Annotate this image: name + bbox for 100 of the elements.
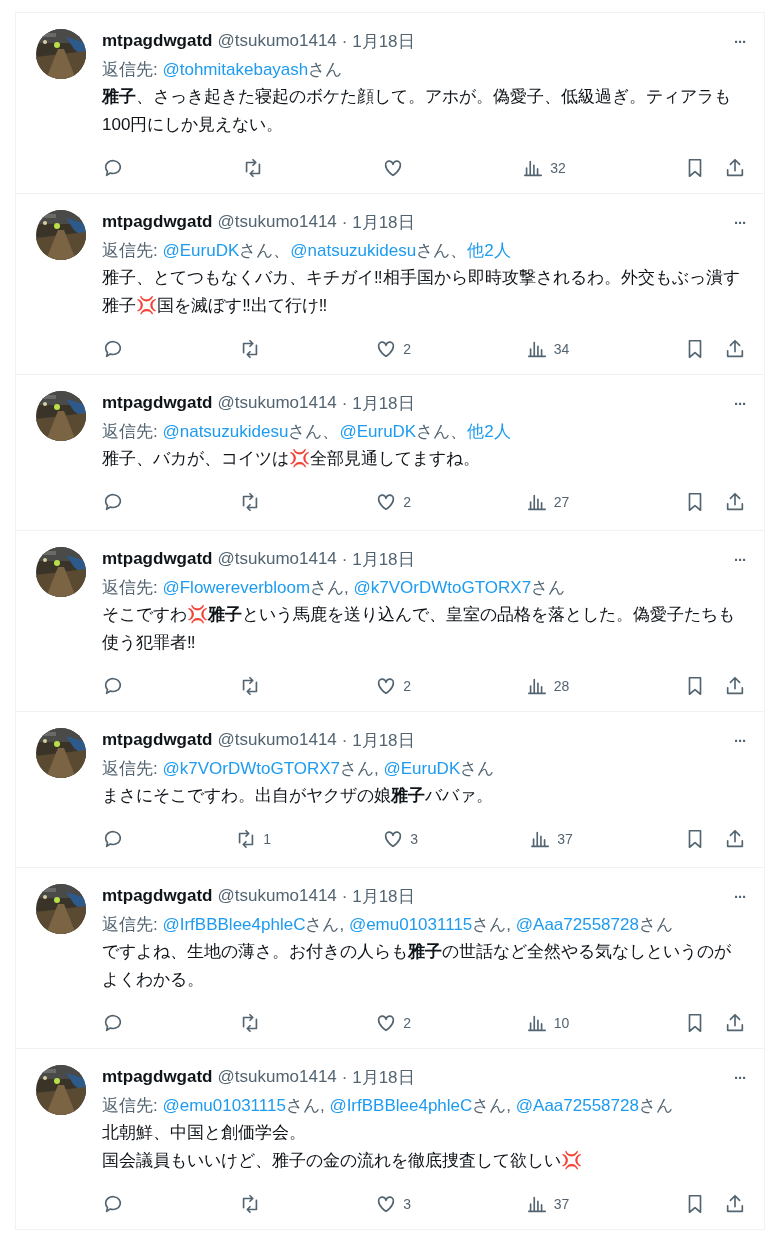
mention-link[interactable]: 他2人 xyxy=(467,241,511,260)
share-icon[interactable] xyxy=(724,828,746,850)
like-count: 2 xyxy=(403,678,412,694)
reply-icon[interactable] xyxy=(102,828,124,850)
post-date: · 1月18日 xyxy=(341,885,415,908)
reply-icon[interactable] xyxy=(102,1193,124,1215)
display-name: mtpagdwgatd xyxy=(102,31,213,51)
user-handle: @tsukumo1414 xyxy=(217,886,337,906)
reply-icon[interactable] xyxy=(102,338,124,360)
share-icon[interactable] xyxy=(724,1012,746,1034)
display-name: mtpagdwgatd xyxy=(102,730,213,750)
mention-suffix: さん、 xyxy=(416,241,468,260)
mention-link[interactable]: @k7VOrDWtoGTORX7 xyxy=(162,759,340,778)
mention-suffix: さん xyxy=(531,578,566,597)
reply-label: 返信先: xyxy=(102,422,159,441)
mention-suffix: さん, xyxy=(305,915,346,934)
mention-link[interactable]: @Aaa72558728 xyxy=(515,915,639,934)
mention-suffix: さん xyxy=(638,915,673,934)
share-icon[interactable] xyxy=(724,157,746,179)
mention-suffix: さん、 xyxy=(288,422,340,441)
mention-suffix: さん xyxy=(638,1096,673,1115)
mention-suffix: さん, xyxy=(340,759,380,778)
mention-suffix: さん、 xyxy=(416,422,468,441)
reply-icon[interactable] xyxy=(102,491,124,513)
mention-link[interactable]: 他2人 xyxy=(467,422,511,441)
reply-icon[interactable] xyxy=(102,157,124,179)
reply-label: 返信先: xyxy=(102,241,159,260)
post-date: · 1月18日 xyxy=(341,729,415,752)
user-handle: @tsukumo1414 xyxy=(217,549,337,569)
post-text: まさにそこですわ。出自がヤクザの娘雅子ババァ。 xyxy=(102,785,494,807)
like-count: 2 xyxy=(403,494,412,510)
more-icon[interactable]: ··· xyxy=(734,32,746,50)
more-icon[interactable]: ··· xyxy=(734,550,746,568)
view-count: 28 xyxy=(553,678,570,694)
like-count: 3 xyxy=(403,1196,412,1212)
mention-suffix: さん, xyxy=(472,1096,513,1115)
reply-label: 返信先: xyxy=(102,759,159,778)
mention-link[interactable]: @IrfBBBlee4phleC xyxy=(162,915,306,934)
reply-label: 返信先: xyxy=(102,1096,159,1115)
more-icon[interactable]: ··· xyxy=(734,1068,746,1086)
reply-label: 返信先: xyxy=(102,578,159,597)
mention-suffix: さん, xyxy=(285,1096,326,1115)
like-count: 2 xyxy=(403,341,412,357)
more-icon[interactable]: ··· xyxy=(734,731,746,749)
mention-suffix: さん、 xyxy=(239,241,291,260)
share-icon[interactable] xyxy=(724,1193,746,1215)
mention-link[interactable]: @natsuzukidesu xyxy=(162,422,289,441)
reply-label: 返信先: xyxy=(102,915,159,934)
mention-link[interactable]: @EuruDK xyxy=(162,241,240,260)
mention-link[interactable]: @EuruDK xyxy=(383,759,461,778)
display-name: mtpagdwgatd xyxy=(102,886,213,906)
view-count: 37 xyxy=(557,831,573,847)
mention-link[interactable]: @emu01031115 xyxy=(162,1096,286,1115)
reply-icon[interactable] xyxy=(102,1012,124,1034)
mention-suffix: さん xyxy=(308,60,343,79)
view-count: 37 xyxy=(553,1196,570,1212)
user-handle: @tsukumo1414 xyxy=(217,212,337,232)
view-count: 27 xyxy=(553,494,570,510)
like-count: 2 xyxy=(403,1015,412,1031)
user-handle: @tsukumo1414 xyxy=(217,393,337,413)
user-handle: @tsukumo1414 xyxy=(217,31,337,51)
more-icon[interactable]: ··· xyxy=(734,887,746,905)
post-text: 雅子、さっき起きた寝起のボケた顔して。アホが。偽愛子、低級過ぎ。ティアラも100円にしか見えない。 xyxy=(102,86,732,136)
mention-link[interactable]: @natsuzukidesu xyxy=(290,241,417,260)
post-text: 雅子、バカが、コイツは💢全部見通してますね。 xyxy=(102,448,482,470)
mention-link[interactable]: @Flowereverbloom xyxy=(162,578,311,597)
share-icon[interactable] xyxy=(724,675,746,697)
post-text: 雅子、とてつもなくバカ、キチガイ‼相手国から即時攻撃されるわ。外交もぶっ潰す雅子💢国を滅ぼす‼出て行け‼ xyxy=(102,267,741,317)
display-name: mtpagdwgatd xyxy=(102,393,213,413)
post-text: 国会議員もいいけど、雅子の金の流れを徹底捜査して欲しい💢 xyxy=(102,1150,584,1172)
like-count: 3 xyxy=(410,831,418,847)
reply-label: 返信先: xyxy=(102,60,159,79)
mention-link[interactable]: @tohmitakebayash xyxy=(162,60,309,79)
view-count: 32 xyxy=(550,160,566,176)
user-handle: @tsukumo1414 xyxy=(217,1067,337,1087)
display-name: mtpagdwgatd xyxy=(102,549,213,569)
post-date: · 1月18日 xyxy=(341,211,415,234)
share-icon[interactable] xyxy=(724,338,746,360)
post-date: · 1月18日 xyxy=(341,548,415,571)
mention-link[interactable]: @k7VOrDWtoGTORX7 xyxy=(353,578,532,597)
mention-suffix: さん xyxy=(460,759,495,778)
reply-icon[interactable] xyxy=(102,675,124,697)
share-icon[interactable] xyxy=(724,491,746,513)
mention-suffix: さん, xyxy=(310,578,350,597)
more-icon[interactable]: ··· xyxy=(734,394,746,412)
mention-link[interactable]: @EuruDK xyxy=(339,422,417,441)
mention-link[interactable]: @IrfBBBlee4phleC xyxy=(329,1096,473,1115)
mention-link[interactable]: @Aaa72558728 xyxy=(515,1096,639,1115)
post-text: そこですわ💢雅子という馬鹿を送り込んで、皇室の品格を落とした。偽愛子たちも使う犯罪者‼ xyxy=(102,604,737,654)
view-count: 10 xyxy=(553,1015,570,1031)
repost-count: 1 xyxy=(263,831,271,847)
post-text: 北朝鮮、中国と創価学会。 xyxy=(102,1122,307,1144)
post-date: · 1月18日 xyxy=(341,30,415,53)
mention-link[interactable]: @emu01031115 xyxy=(348,915,473,934)
mention-suffix: さん, xyxy=(472,915,513,934)
display-name: mtpagdwgatd xyxy=(102,212,213,232)
user-handle: @tsukumo1414 xyxy=(217,730,337,750)
more-icon[interactable]: ··· xyxy=(734,213,746,231)
post-date: · 1月18日 xyxy=(341,1066,415,1089)
display-name: mtpagdwgatd xyxy=(102,1067,213,1087)
